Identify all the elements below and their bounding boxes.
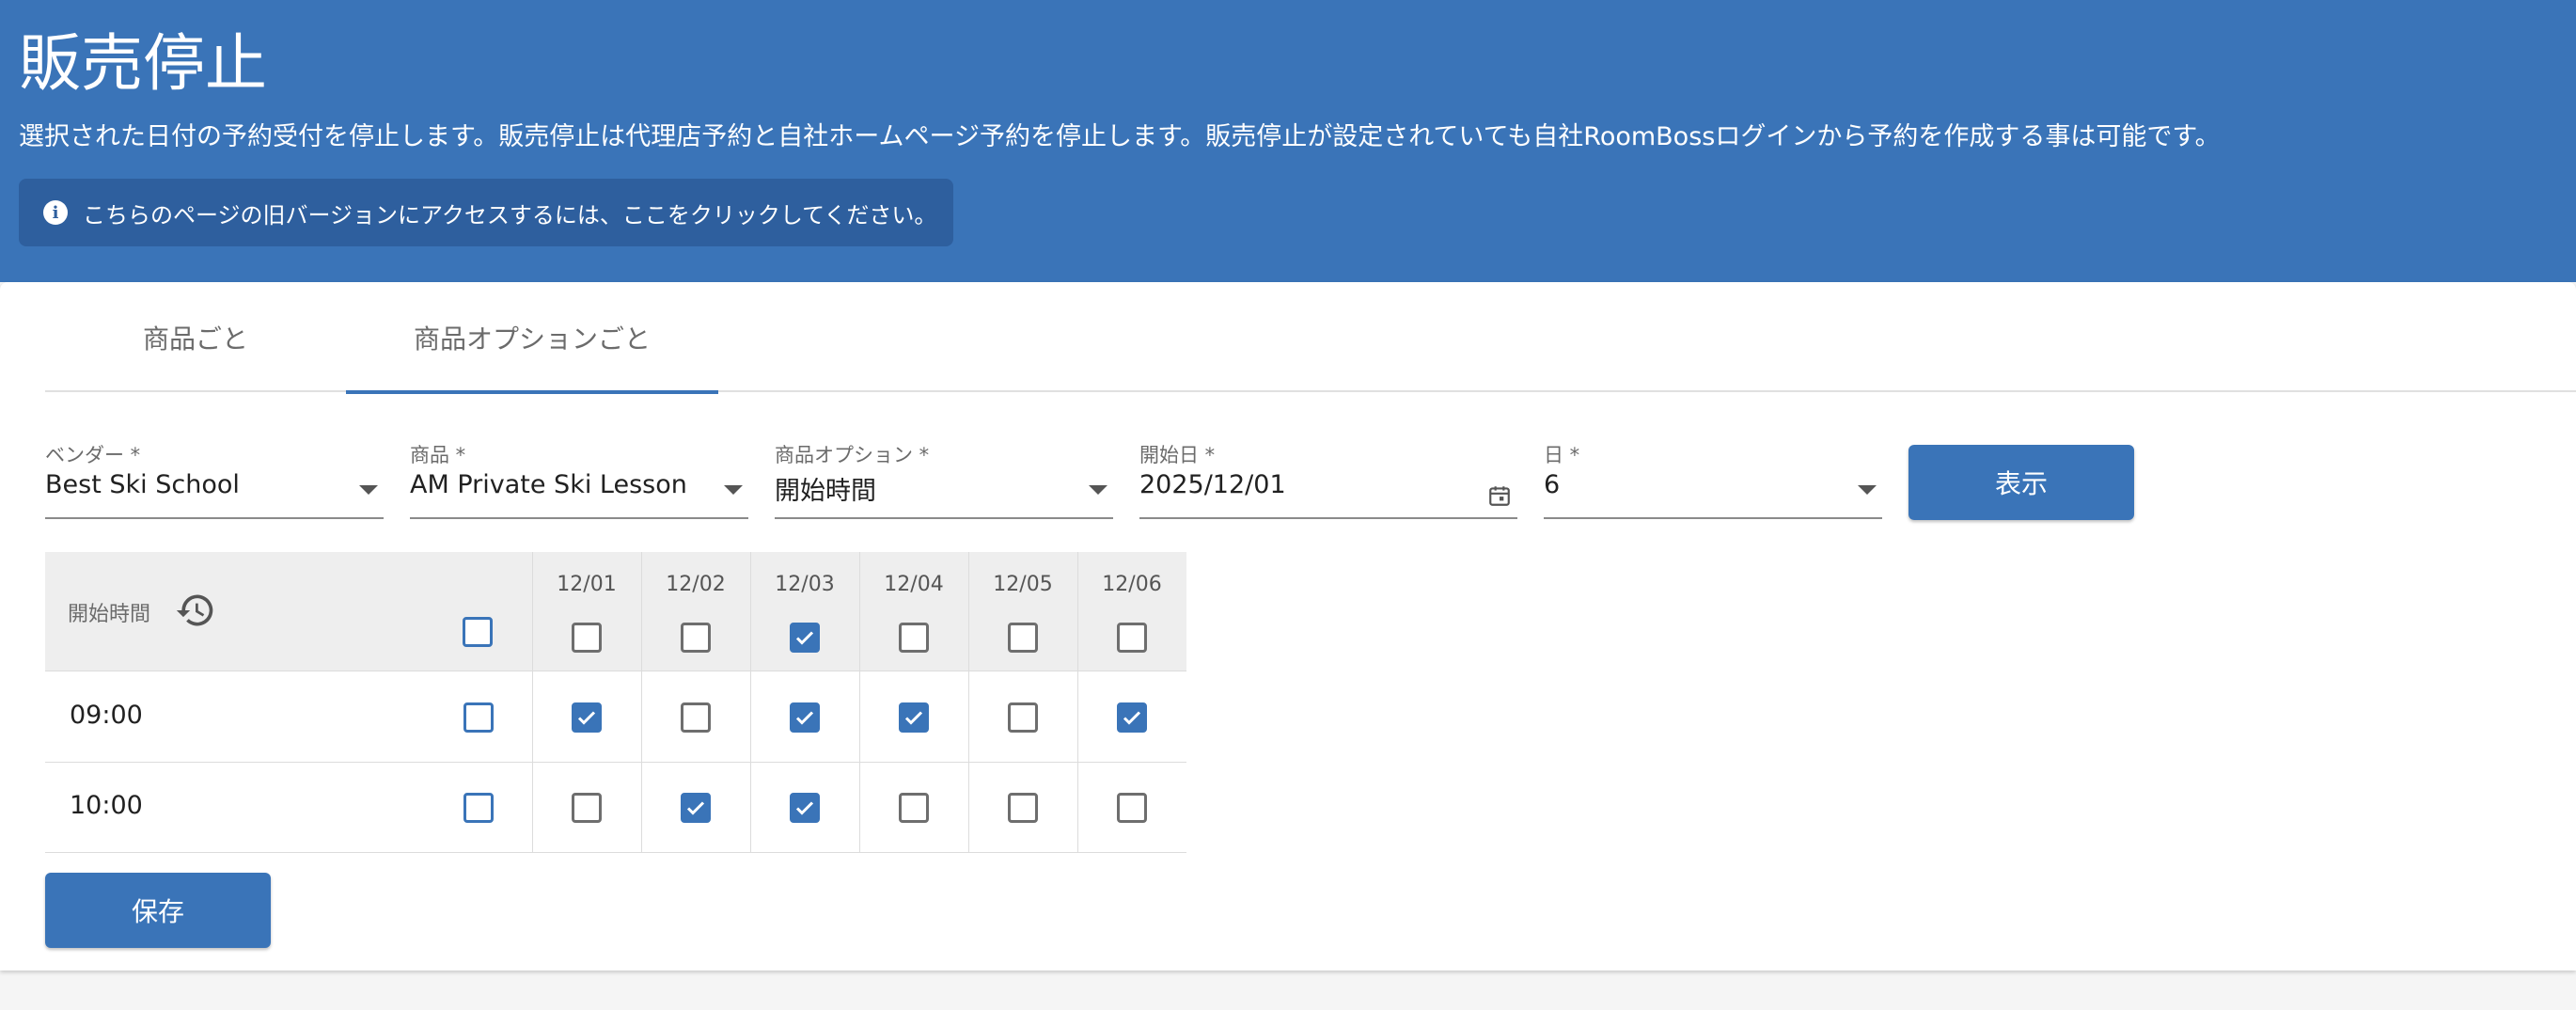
chevron-down-icon bbox=[724, 485, 743, 495]
start-date-field[interactable]: 開始日 * 2025/12/01 bbox=[1139, 440, 1517, 519]
save-button[interactable]: 保存 bbox=[45, 873, 271, 948]
stop-sell-checkbox[interactable] bbox=[1008, 702, 1038, 733]
start-time-header: 開始時間 bbox=[68, 603, 151, 626]
product-value: AM Private Ski Lesson bbox=[410, 470, 687, 499]
chevron-down-icon bbox=[1089, 485, 1107, 495]
column-divider bbox=[641, 552, 642, 853]
stop-sell-checkbox[interactable] bbox=[899, 702, 929, 733]
date-column-checkbox[interactable] bbox=[899, 623, 929, 653]
stop-sell-checkbox[interactable] bbox=[790, 702, 820, 733]
row-select-all-checkbox[interactable] bbox=[463, 793, 494, 823]
product-label: 商品 * bbox=[410, 444, 466, 466]
stop-sell-checkbox[interactable] bbox=[572, 702, 602, 733]
column-divider bbox=[750, 552, 751, 853]
column-divider bbox=[859, 552, 860, 853]
date-column-header: 12/01 bbox=[557, 573, 617, 596]
history-icon[interactable] bbox=[175, 590, 216, 631]
page-title: 販売停止 bbox=[19, 27, 267, 100]
grid-header-row: 開始時間 12/01 12/02 12/03 12/04 12/05 12/06 bbox=[45, 552, 1186, 671]
product-select[interactable]: 商品 * AM Private Ski Lesson bbox=[410, 440, 748, 519]
vendor-value: Best Ski School bbox=[45, 470, 240, 499]
stop-sell-checkbox[interactable] bbox=[681, 793, 711, 823]
date-column-header: 12/02 bbox=[666, 573, 726, 596]
days-label: 日 * bbox=[1544, 444, 1580, 466]
select-all-checkbox[interactable] bbox=[463, 617, 493, 647]
info-icon: i bbox=[43, 200, 68, 225]
chevron-down-icon bbox=[1858, 485, 1877, 495]
show-button[interactable]: 表示 bbox=[1908, 445, 2134, 520]
column-divider bbox=[532, 552, 533, 853]
row-time: 09:00 bbox=[70, 701, 143, 730]
page-header: 販売停止 選択された日付の予約受付を停止します。販売停止は代理店予約と自社ホーム… bbox=[0, 0, 2576, 282]
row-select-all-checkbox[interactable] bbox=[463, 702, 494, 733]
date-column-checkbox[interactable] bbox=[1008, 623, 1038, 653]
date-column-header: 12/06 bbox=[1102, 573, 1162, 596]
days-value: 6 bbox=[1544, 470, 1561, 499]
vendor-label: ベンダー * bbox=[45, 444, 141, 466]
stop-sell-checkbox[interactable] bbox=[1117, 702, 1147, 733]
chevron-down-icon bbox=[359, 485, 378, 495]
stop-sell-checkbox[interactable] bbox=[1008, 793, 1038, 823]
page-description: 選択された日付の予約受付を停止します。販売停止は代理店予約と自社ホームページ予約… bbox=[19, 122, 2221, 151]
vendor-select[interactable]: ベンダー * Best Ski School bbox=[45, 440, 384, 519]
old-version-link[interactable]: こちらのページの旧バージョンにアクセスするには、ここをクリックしてください。 bbox=[83, 197, 936, 229]
date-column-header: 12/04 bbox=[884, 573, 944, 596]
product-option-value: 開始時間 bbox=[775, 477, 876, 506]
date-column-header: 12/03 bbox=[775, 573, 835, 596]
product-option-label: 商品オプション * bbox=[775, 444, 930, 466]
tab-bar: 商品ごと 商品オプションごと bbox=[45, 282, 2576, 394]
tab-by-product[interactable]: 商品ごと bbox=[45, 282, 346, 392]
date-column-header: 12/05 bbox=[993, 573, 1053, 596]
old-version-notice[interactable]: i こちらのページの旧バージョンにアクセスするには、ここをクリックしてください。 bbox=[19, 179, 953, 246]
table-row: 10:00 bbox=[45, 763, 1186, 853]
stop-sell-checkbox[interactable] bbox=[572, 793, 602, 823]
date-column-checkbox[interactable] bbox=[681, 623, 711, 653]
column-divider bbox=[968, 552, 969, 853]
tab-by-product-option[interactable]: 商品オプションごと bbox=[346, 282, 718, 394]
stop-sell-checkbox[interactable] bbox=[790, 793, 820, 823]
stop-sell-checkbox[interactable] bbox=[899, 793, 929, 823]
column-divider bbox=[1077, 552, 1078, 853]
date-column-checkbox[interactable] bbox=[790, 623, 820, 653]
product-option-select[interactable]: 商品オプション * 開始時間 bbox=[775, 440, 1113, 519]
date-column-checkbox[interactable] bbox=[1117, 623, 1147, 653]
start-date-label: 開始日 * bbox=[1139, 444, 1216, 466]
row-time: 10:00 bbox=[70, 791, 143, 820]
days-select[interactable]: 日 * 6 bbox=[1544, 440, 1882, 519]
start-date-value: 2025/12/01 bbox=[1139, 470, 1286, 499]
date-column-checkbox[interactable] bbox=[572, 623, 602, 653]
stop-sell-checkbox[interactable] bbox=[681, 702, 711, 733]
stop-sell-checkbox[interactable] bbox=[1117, 793, 1147, 823]
main-card: 商品ごと 商品オプションごと ベンダー * Best Ski School 商品… bbox=[0, 282, 2576, 971]
table-row: 09:00 bbox=[45, 672, 1186, 763]
calendar-icon[interactable] bbox=[1487, 483, 1512, 508]
